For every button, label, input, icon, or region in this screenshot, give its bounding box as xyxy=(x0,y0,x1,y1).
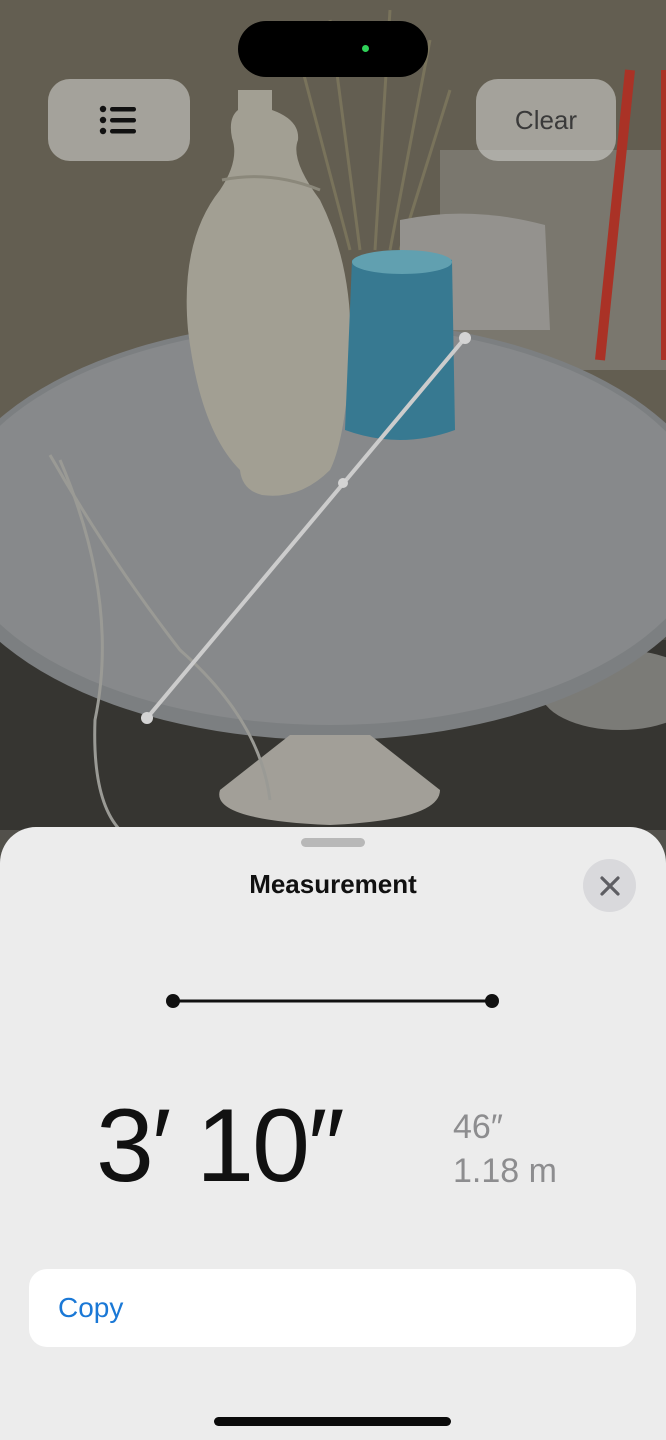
measure-app-screen: Clear Measurement 3′ 10″ 46″ 1.18 m Copy xyxy=(0,0,666,1440)
home-indicator[interactable] xyxy=(214,1417,451,1426)
sheet-title: Measurement xyxy=(249,869,417,899)
measurement-sheet: Measurement 3′ 10″ 46″ 1.18 m Copy xyxy=(0,827,666,1440)
primary-measurement-value: 3′ 10″ xyxy=(96,1088,345,1204)
copy-button[interactable]: Copy xyxy=(29,1269,636,1347)
sheet-grabber[interactable] xyxy=(301,838,365,847)
meters-value: 1.18 m xyxy=(453,1152,557,1190)
dynamic-island xyxy=(238,21,428,77)
camera-in-use-indicator xyxy=(362,45,369,52)
measurements-list-button[interactable] xyxy=(48,79,190,161)
close-button[interactable] xyxy=(583,859,636,912)
copy-button-label: Copy xyxy=(58,1292,124,1323)
list-bullet-icon xyxy=(99,105,136,135)
inches-value: 46″ xyxy=(453,1108,503,1146)
measurement-line-icon xyxy=(166,994,499,1008)
clear-button-label: Clear xyxy=(514,104,578,135)
close-icon xyxy=(599,875,620,896)
clear-button[interactable]: Clear xyxy=(476,79,616,161)
secondary-measurement-values: 46″ 1.18 m xyxy=(453,1105,557,1193)
